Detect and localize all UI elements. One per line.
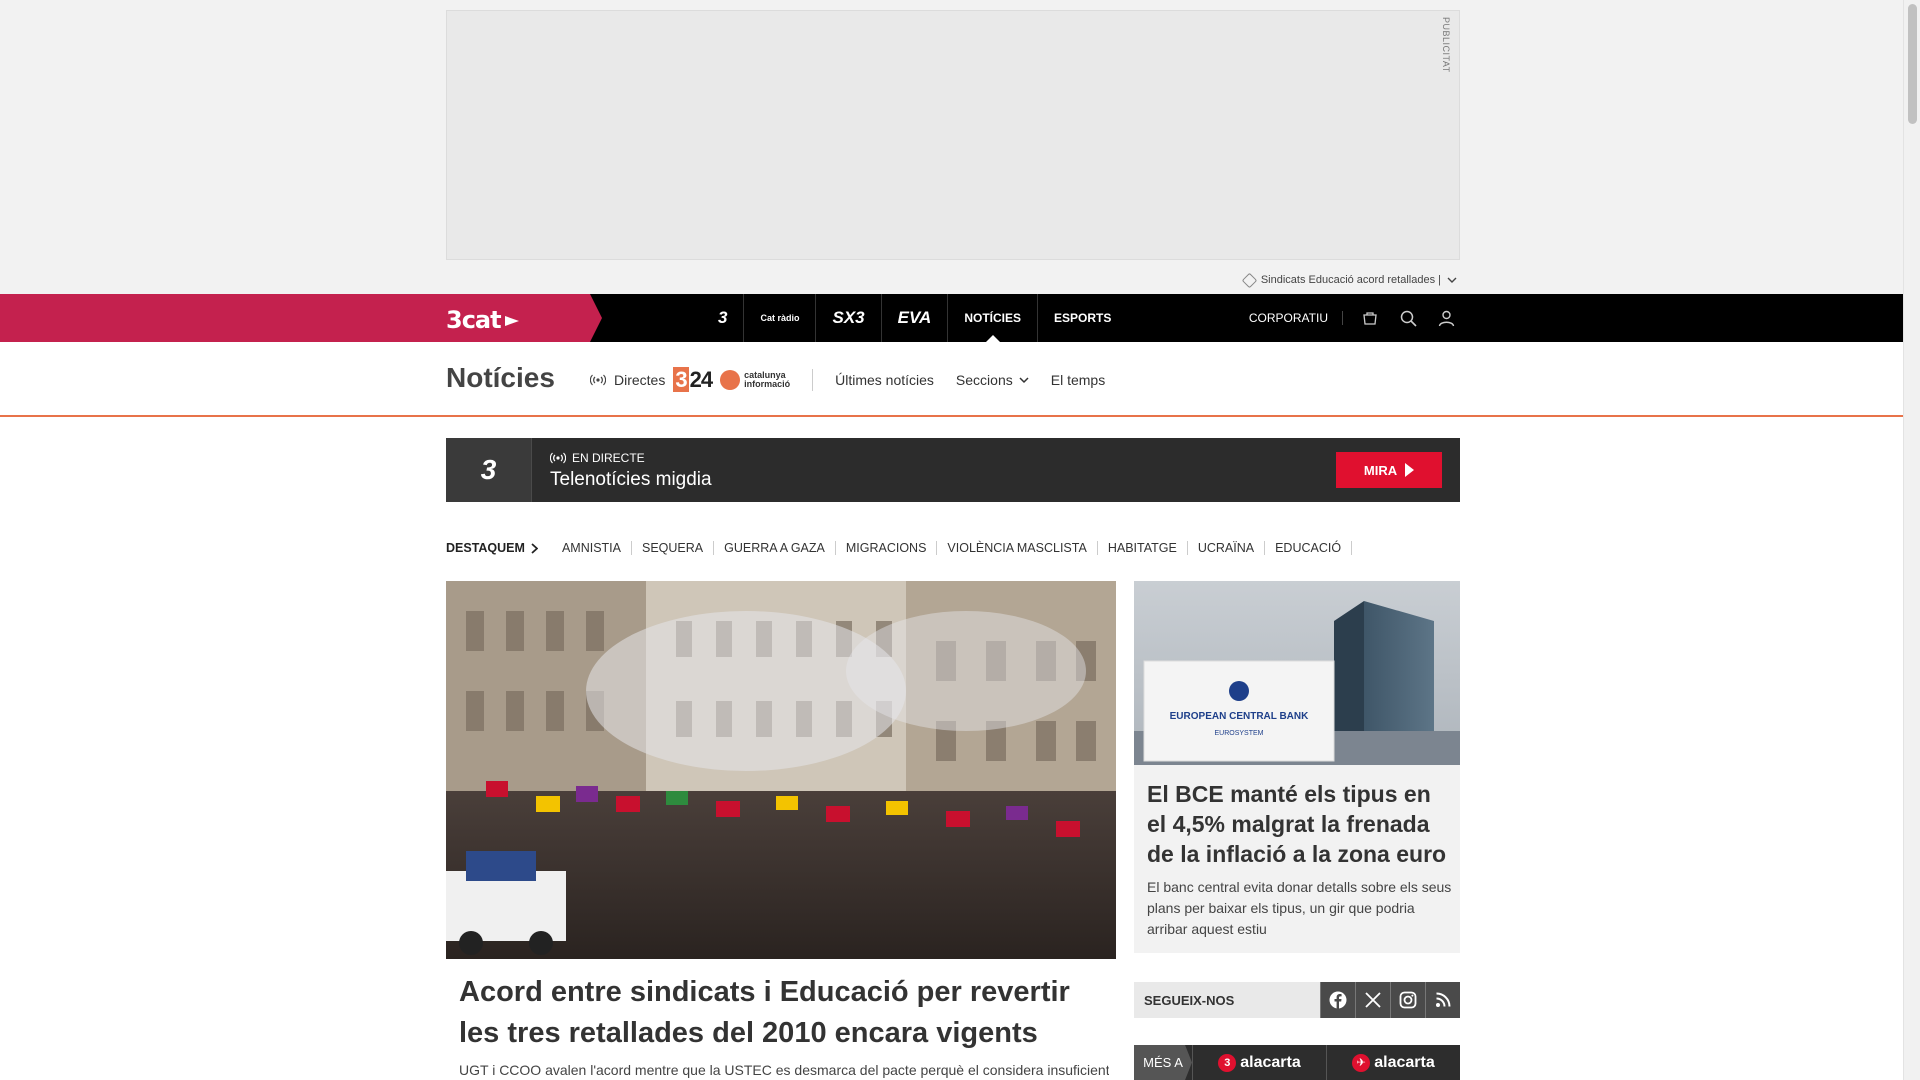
logo-catalunya-informacio[interactable]: catalunya informació: [720, 369, 791, 390]
shop-icon[interactable]: [1359, 307, 1381, 329]
ad-label: PUBLICITAT: [1441, 17, 1451, 73]
main-story-image[interactable]: [446, 581, 1116, 959]
channel-eva-label: EVA: [897, 308, 932, 327]
channel-sx3[interactable]: SX3: [816, 294, 882, 342]
live-banner[interactable]: 3 EN DIRECTE Telenotícies migdia MIRA: [446, 438, 1460, 502]
channel-tv3-label: 3: [718, 308, 728, 327]
tv3-logo: 3: [446, 438, 532, 502]
logo-324-badge: 3: [673, 366, 689, 392]
brand-logo[interactable]: 3cat: [446, 306, 521, 334]
main-story-title[interactable]: Acord entre sindicats i Educació per rev…: [459, 972, 1109, 1054]
destaquem-item[interactable]: AMNISTIA: [552, 541, 632, 555]
directes-label: Directes: [614, 371, 666, 388]
broadcast-icon: [550, 452, 566, 464]
tv3-alacarta-badge: 3: [1218, 1053, 1237, 1072]
corporate-link[interactable]: CORPORATIU: [1249, 311, 1343, 325]
catradio-alacarta-link[interactable]: ✈ alacarta: [1326, 1045, 1460, 1080]
scrollbar-thumb[interactable]: [1908, 4, 1917, 124]
ad-tags[interactable]: Sindicats Educació acord retallades |: [1241, 272, 1457, 288]
seccions-dropdown[interactable]: Seccions: [956, 372, 1029, 388]
destaquem-item[interactable]: HABITATGE: [1098, 541, 1188, 555]
divider: [812, 368, 814, 391]
ad-area: PUBLICITAT Sindicats Educació acord reta…: [0, 0, 1903, 294]
destaquem-item[interactable]: UCRAÏNA: [1188, 541, 1266, 555]
destaquem-label[interactable]: DESTAQUEM: [446, 541, 538, 555]
section-bar: Notícies Directes 3 24 catalunya informaci…: [0, 342, 1903, 417]
channel-noticies[interactable]: NOTÍCIES: [948, 294, 1038, 342]
ad-tags-text: Sindicats Educació acord retallades |: [1260, 274, 1441, 286]
channel-catradio[interactable]: Cat ràdio: [744, 294, 817, 342]
mes-a-label: MÉS A: [1134, 1045, 1192, 1080]
chevron-down-icon: [1447, 277, 1457, 283]
live-label-text: EN DIRECTE: [572, 451, 645, 465]
ecb-sign-line2: EUROSYSTEM: [1214, 730, 1263, 737]
social-links: [1320, 982, 1460, 1018]
instagram-icon[interactable]: [1390, 982, 1425, 1018]
live-label: EN DIRECTE: [550, 451, 645, 465]
mira-button[interactable]: MIRA: [1336, 452, 1442, 488]
follow-label: SEGUEIX-NOS: [1144, 993, 1235, 1008]
side-story-image[interactable]: EUROPEAN CENTRAL BANK EUROSYSTEM: [1134, 581, 1460, 765]
ecb-sign-line1: EUROPEAN CENTRAL BANK: [1170, 711, 1309, 722]
protest-photo: [446, 581, 1116, 959]
section-nav: Directes 3 24 catalunya informació Últimes…: [590, 342, 1105, 417]
mes-a-bar: MÉS A 3 alacarta ✈ alacarta: [1134, 1045, 1460, 1080]
channel-noticies-label: NOTÍCIES: [964, 311, 1021, 325]
logo-324[interactable]: 3 24: [673, 366, 714, 393]
destaquem-bar: DESTAQUEM AMNISTIA SEQUERA GUERRA A GAZA…: [446, 538, 1353, 558]
channel-tv3[interactable]: 3: [702, 294, 745, 342]
page-scrollbar[interactable]: [1903, 0, 1920, 1080]
channel-esports-label: ESPORTS: [1054, 311, 1112, 325]
tv3-alacarta-link[interactable]: 3 alacarta: [1192, 1045, 1326, 1080]
channel-catradio-label: Cat ràdio: [760, 313, 800, 323]
play-icon: [1405, 463, 1415, 477]
brand-arrow-icon: [504, 316, 519, 326]
logo-324-text: 24: [689, 366, 714, 392]
follow-bar: SEGUEIX-NOS: [1134, 982, 1460, 1018]
facebook-icon[interactable]: [1320, 982, 1355, 1018]
channel-esports[interactable]: ESPORTS: [1038, 294, 1127, 342]
tv3-logo-text: 3: [480, 454, 497, 485]
user-icon[interactable]: [1435, 307, 1457, 329]
side-story-subtitle: El banc central evita donar detalls sobr…: [1147, 879, 1452, 937]
top-nav: 3cat 3 Cat ràdio SX3 EVA NOTÍCIES ESPORT…: [0, 294, 1903, 342]
chevron-right-icon: [531, 542, 538, 554]
ultimes-noticies-link[interactable]: Últimes notícies: [835, 372, 934, 388]
destaquem-item[interactable]: MIGRACIONS: [836, 541, 938, 555]
channel-eva[interactable]: EVA: [882, 294, 949, 342]
mira-label: MIRA: [1363, 462, 1398, 478]
side-story-card[interactable]: EUROPEAN CENTRAL BANK EUROSYSTEM El BCE …: [1134, 581, 1460, 953]
live-title[interactable]: Telenotícies migdia: [550, 469, 712, 491]
destaquem-item[interactable]: SEQUERA: [632, 541, 715, 555]
ad-banner[interactable]: PUBLICITAT: [446, 10, 1460, 260]
tv3-alacarta-text: alacarta: [1240, 1053, 1301, 1071]
ci-disc-icon: [720, 369, 741, 390]
catradio-alacarta-text: alacarta: [1374, 1053, 1435, 1071]
x-icon[interactable]: [1355, 982, 1390, 1018]
directes-link[interactable]: Directes 3 24 catalunya informació: [590, 366, 791, 393]
destaquem-item[interactable]: EDUCACIÓ: [1265, 541, 1353, 555]
el-temps-link[interactable]: El temps: [1051, 372, 1105, 388]
broadcast-icon: [590, 374, 606, 385]
ci-line2: informació: [744, 378, 791, 389]
chevron-down-icon: [1019, 376, 1029, 383]
search-icon[interactable]: [1397, 307, 1419, 329]
seccions-label: Seccions: [955, 371, 1013, 388]
channel-nav: 3 Cat ràdio SX3 EVA NOTÍCIES ESPORTS: [702, 294, 1127, 342]
channel-sx3-label: SX3: [832, 308, 865, 327]
main-story-subtitle: UGT i CCOO avalen l'acord mentre que la …: [459, 1062, 1109, 1078]
ecb-photo: EUROPEAN CENTRAL BANK EUROSYSTEM: [1134, 581, 1460, 765]
brand-logo-text: 3cat: [446, 306, 502, 334]
tag-icon: [1241, 272, 1258, 288]
destaquem-item[interactable]: GUERRA A GAZA: [714, 541, 836, 555]
rss-icon[interactable]: [1425, 982, 1460, 1018]
destaquem-item[interactable]: VIOLÈNCIA MASCLISTA: [937, 541, 1098, 555]
section-title[interactable]: Notícies: [446, 362, 555, 394]
catradio-alacarta-badge: ✈: [1352, 1053, 1371, 1072]
destaquem-label-text: DESTAQUEM: [446, 541, 525, 555]
side-story-title[interactable]: El BCE manté els tipus en el 4,5% malgra…: [1147, 779, 1452, 869]
nav-right: CORPORATIU: [1249, 294, 1457, 342]
